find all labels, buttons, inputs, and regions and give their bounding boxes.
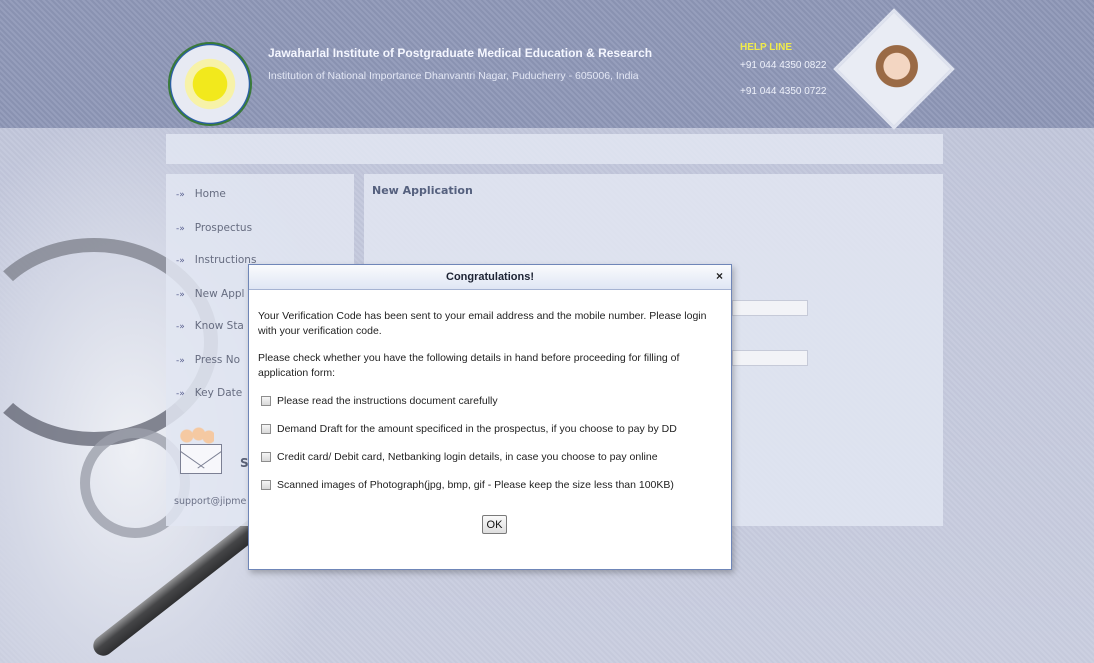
- close-icon[interactable]: ×: [716, 269, 723, 283]
- checklist-label: Credit card/ Debit card, Netbanking logi…: [277, 451, 658, 463]
- checklist-label: Demand Draft for the amount specificed i…: [277, 423, 677, 435]
- form-input-2[interactable]: [732, 350, 808, 366]
- helpline-phone-1: +91 044 4350 0822: [740, 60, 827, 71]
- envelope-icon: [180, 444, 222, 474]
- checklist-label: Please read the instructions document ca…: [277, 395, 498, 407]
- helpline-phone-2: +91 044 4350 0722: [740, 86, 827, 97]
- checklist-item-photograph[interactable]: Scanned images of Photograph(jpg, bmp, g…: [261, 479, 674, 493]
- support-email-link[interactable]: support@jipme: [174, 496, 246, 507]
- checklist-item-instructions[interactable]: Please read the instructions document ca…: [261, 395, 498, 409]
- sidebar-item-label: New Appl: [194, 288, 245, 300]
- sidebar-item-instructions[interactable]: -» Instructions: [176, 254, 256, 270]
- arrow-bullet-icon: -»: [176, 322, 185, 332]
- checkbox[interactable]: [261, 480, 271, 490]
- institution-subtitle: Institution of National Importance Dhanv…: [268, 70, 639, 82]
- checkbox[interactable]: [261, 424, 271, 434]
- sidebar-item-label: Prospectus: [194, 222, 253, 234]
- support-people-icon: [180, 426, 214, 446]
- dialog-title: Congratulations!: [446, 271, 534, 283]
- arrow-bullet-icon: -»: [176, 190, 185, 200]
- checklist-item-demand-draft[interactable]: Demand Draft for the amount specificed i…: [261, 423, 677, 437]
- checklist-item-card-details[interactable]: Credit card/ Debit card, Netbanking logi…: [261, 451, 658, 465]
- form-input-1[interactable]: [732, 300, 808, 316]
- arrow-bullet-icon: -»: [176, 356, 185, 366]
- sidebar-item-key-dates[interactable]: -» Key Date: [176, 387, 242, 403]
- sidebar-item-new-application[interactable]: -» New Appl: [176, 288, 244, 304]
- page-title: New Application: [372, 184, 473, 197]
- sidebar-item-know-status[interactable]: -» Know Sta: [176, 320, 244, 336]
- sidebar-item-label: Home: [194, 188, 226, 200]
- sidebar-item-label: Press No: [194, 354, 241, 366]
- congratulations-dialog: Congratulations! × Your Verification Cod…: [248, 264, 732, 570]
- checkbox[interactable]: [261, 452, 271, 462]
- institution-name: Jawaharlal Institute of Postgraduate Med…: [268, 46, 653, 60]
- support-mail-icon: [174, 426, 230, 478]
- dialog-message-checklist-intro: Please check whether you have the follow…: [258, 352, 680, 379]
- ok-button[interactable]: OK: [482, 515, 507, 534]
- arrow-bullet-icon: -»: [176, 290, 185, 300]
- sidebar-item-label: Key Date: [194, 387, 243, 399]
- checkbox[interactable]: [261, 396, 271, 406]
- sidebar-item-prospectus[interactable]: -» Prospectus: [176, 222, 252, 238]
- arrow-bullet-icon: -»: [176, 256, 185, 266]
- top-navigation-bar: [166, 134, 943, 164]
- arrow-bullet-icon: -»: [176, 389, 185, 399]
- dialog-message-verification: Your Verification Code has been sent to …: [258, 310, 707, 337]
- checklist-label: Scanned images of Photograph(jpg, bmp, g…: [277, 479, 674, 491]
- institute-logo: [168, 42, 252, 126]
- sidebar-item-press-notification[interactable]: -» Press No: [176, 354, 240, 370]
- sidebar-item-label: Know Sta: [194, 320, 244, 332]
- sidebar-item-home[interactable]: -» Home: [176, 188, 226, 204]
- dialog-titlebar[interactable]: Congratulations! ×: [249, 265, 731, 290]
- arrow-bullet-icon: -»: [176, 224, 185, 234]
- helpline-title: HELP LINE: [740, 42, 793, 53]
